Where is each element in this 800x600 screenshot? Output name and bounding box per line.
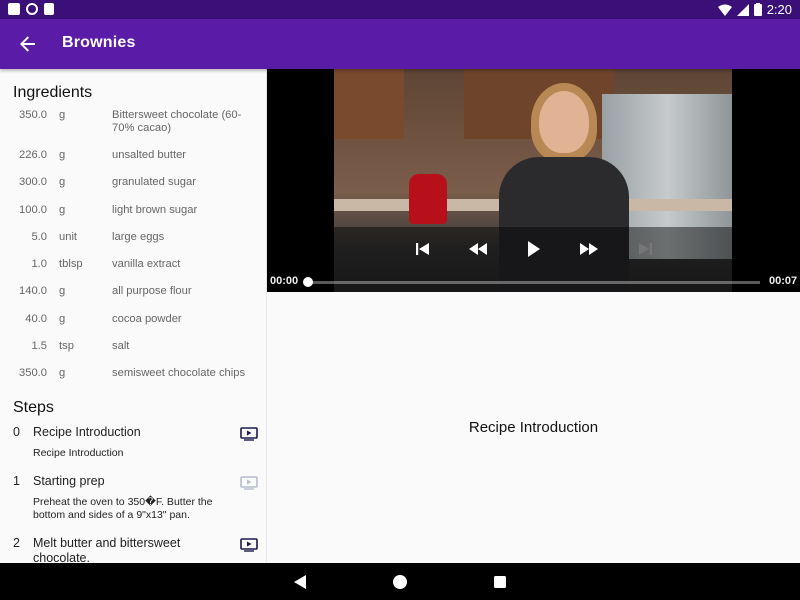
battery-icon <box>753 3 762 16</box>
seek-bar[interactable] <box>307 281 760 284</box>
ingredient-quantity: 140.0 <box>19 285 47 298</box>
step-title: Melt butter and bittersweet chocolate. <box>33 535 181 563</box>
ingredient-unit: g <box>59 367 66 380</box>
skip-next-button[interactable] <box>635 239 655 259</box>
step-video-icon[interactable] <box>240 426 258 441</box>
arrow-back-icon <box>20 36 35 52</box>
ingredient-row: 300.0 g granulated sugar <box>0 176 266 203</box>
wifi-icon <box>717 4 732 16</box>
ingredient-unit: unit <box>59 230 78 243</box>
ingredient-quantity: 300.0 <box>19 176 47 189</box>
ingredient-unit: g <box>59 312 66 325</box>
system-icons: 2:20 <box>717 2 792 17</box>
step-item-0[interactable]: 0 Recipe Introduction Recipe Introductio… <box>0 425 266 460</box>
ingredient-unit: g <box>59 149 66 161</box>
step-video-icon-disabled <box>240 475 258 490</box>
step-number: 2 <box>13 535 20 550</box>
ingredient-name: vanilla extract <box>112 258 181 271</box>
ingredient-quantity: 5.0 <box>31 230 47 243</box>
step-number: 0 <box>13 424 20 439</box>
fast-forward-button[interactable] <box>579 239 599 259</box>
status-bar: 2:20 <box>0 0 800 19</box>
clock: 2:20 <box>766 2 792 17</box>
ingredient-unit: tsp <box>59 340 74 353</box>
signal-icon <box>736 3 749 16</box>
ingredient-name: Bittersweet chocolate (60-70% cacao) <box>112 109 242 134</box>
duration: 00:07 <box>769 275 798 287</box>
navigation-bar <box>0 563 800 600</box>
ingredient-name: all purpose flour <box>112 285 192 298</box>
step-description: Preheat the oven to 350�F. Butter the bo… <box>33 495 213 521</box>
triangle-back-icon <box>294 575 306 589</box>
recipe-detail-list[interactable]: Ingredients 350.0 g Bittersweet chocolat… <box>0 69 267 563</box>
ingredient-row: 1.5 tsp salt <box>0 340 266 367</box>
sd-card-icon <box>44 3 54 15</box>
app-notification-icon <box>8 3 20 15</box>
step-video-icon[interactable] <box>240 537 258 552</box>
circle-home-icon <box>393 575 407 589</box>
ingredient-unit: tblsp <box>59 258 83 271</box>
ingredient-row: 350.0 g semisweet chocolate chips <box>0 367 266 394</box>
ingredient-row: 1.0 tblsp vanilla extract <box>0 258 266 285</box>
step-detail-description: Recipe Introduction <box>468 419 599 436</box>
skip-previous-icon <box>416 243 429 255</box>
ingredient-unit: g <box>59 176 66 189</box>
ingredient-name: large eggs <box>112 230 165 243</box>
skip-previous-button[interactable] <box>413 239 433 259</box>
ingredient-quantity: 1.5 <box>31 340 47 353</box>
video-scene <box>539 91 589 153</box>
ingredient-row: 140.0 g all purpose flour <box>0 285 266 312</box>
step-item-1[interactable]: 1 Starting prep Preheat the oven to 350�… <box>0 474 266 522</box>
ingredient-quantity: 350.0 <box>19 367 47 380</box>
page-title: Brownies <box>62 34 136 51</box>
step-description: Recipe Introduction <box>33 446 124 459</box>
video-scene <box>409 174 447 224</box>
step-title: Recipe Introduction <box>33 424 141 439</box>
ingredient-quantity: 40.0 <box>25 312 47 325</box>
ingredient-name: cocoa powder <box>112 312 182 325</box>
ingredient-unit: g <box>59 109 66 121</box>
ingredient-quantity: 350.0 <box>19 109 47 121</box>
ingredient-row: 100.0 g light brown sugar <box>0 204 266 231</box>
ingredient-unit: g <box>59 285 66 298</box>
ingredient-name: unsalted butter <box>112 149 187 161</box>
sync-notification-icon <box>26 3 38 15</box>
ingredient-row: 40.0 g cocoa powder <box>0 313 266 340</box>
step-title: Starting prep <box>33 473 105 488</box>
ingredients-heading: Ingredients <box>13 84 93 101</box>
current-time: 00:00 <box>270 275 299 287</box>
ingredient-unit: g <box>59 203 66 216</box>
nav-recents-button[interactable] <box>493 574 509 590</box>
ingredient-name: granulated sugar <box>112 176 196 189</box>
ingredient-row: 226.0 g unsalted butter <box>0 149 266 176</box>
rewind-icon <box>469 243 487 255</box>
nav-home-button[interactable] <box>392 574 408 590</box>
ingredient-name: light brown sugar <box>112 203 198 216</box>
rewind-button[interactable] <box>468 239 488 259</box>
play-button[interactable] <box>524 239 544 259</box>
video-scene <box>334 69 404 139</box>
ingredient-name: salt <box>112 340 130 353</box>
ingredient-quantity: 1.0 <box>31 258 47 271</box>
ingredient-quantity: 226.0 <box>19 149 47 161</box>
ingredient-row: 5.0 unit large eggs <box>0 231 266 258</box>
nav-back-button[interactable] <box>293 574 309 590</box>
notification-icons <box>8 3 54 15</box>
app-bar: Brownies <box>0 19 800 69</box>
step-number: 1 <box>13 473 20 488</box>
video-player[interactable]: 00:00 00:07 <box>267 69 800 292</box>
play-icon <box>528 241 540 257</box>
steps-heading: Steps <box>13 398 54 416</box>
ingredient-row: 350.0 g Bittersweet chocolate (60-70% ca… <box>0 109 266 149</box>
back-button[interactable] <box>16 32 40 56</box>
skip-next-icon <box>639 243 652 255</box>
step-item-2[interactable]: 2 Melt butter and bittersweet chocolate. <box>0 536 266 563</box>
ingredients-list: 350.0 g Bittersweet chocolate (60-70% ca… <box>0 109 266 395</box>
seek-thumb[interactable] <box>303 277 313 287</box>
square-recents-icon <box>494 576 506 588</box>
ingredient-name: semisweet chocolate chips <box>112 367 246 380</box>
fast-forward-icon <box>580 243 598 255</box>
ingredient-quantity: 100.0 <box>19 203 47 216</box>
